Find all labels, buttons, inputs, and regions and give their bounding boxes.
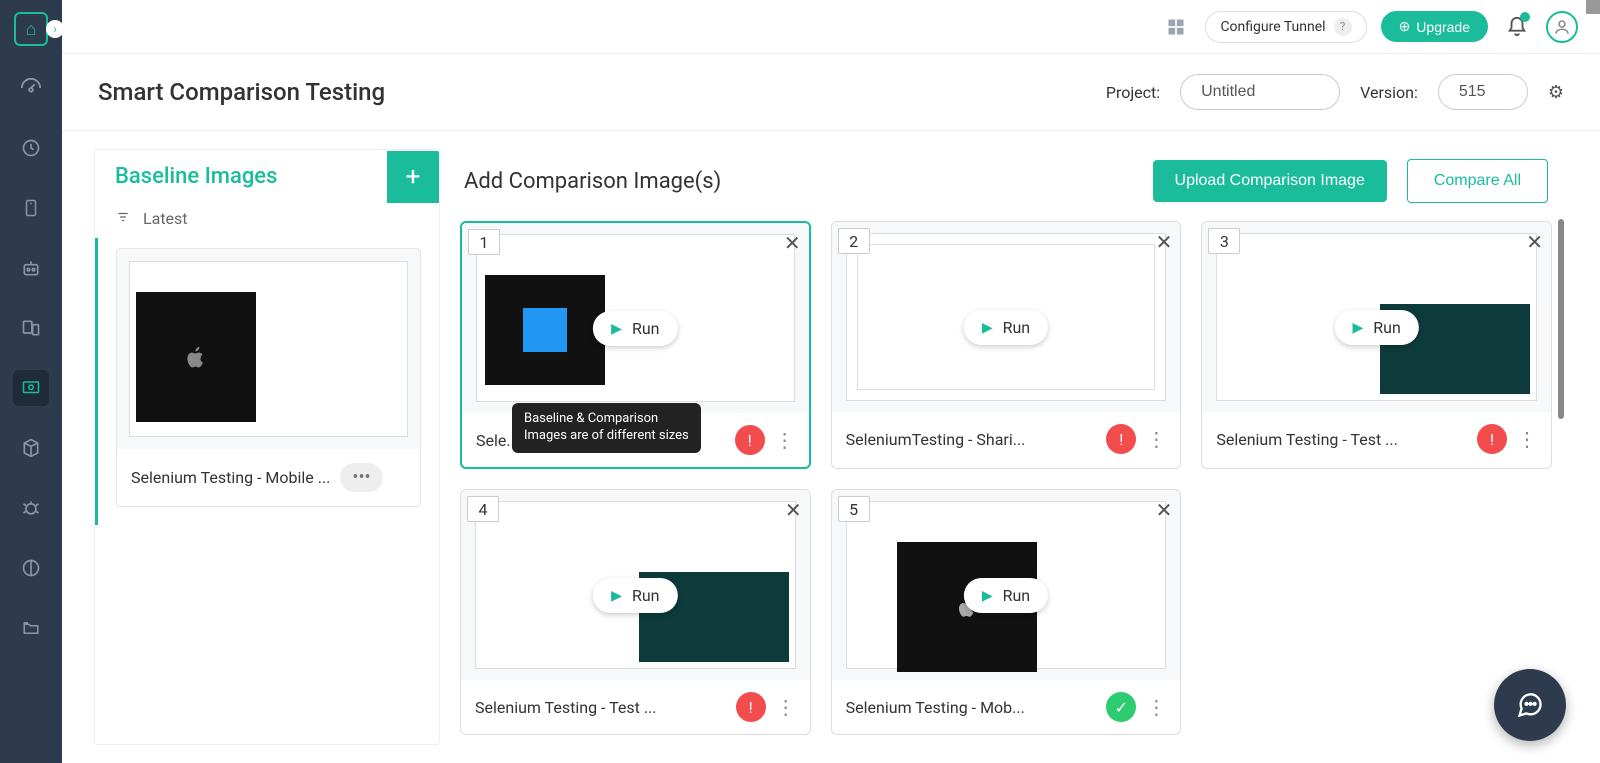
baseline-more-button[interactable]: ••• [340,463,382,492]
play-icon: ▶ [982,588,993,604]
notifications-icon[interactable] [1502,12,1532,42]
status-error-icon[interactable]: ! [1477,424,1507,454]
notification-dot [1520,12,1530,22]
run-label: Run [1373,318,1401,337]
close-icon[interactable]: ✕ [785,498,802,522]
card-title: Selenium Testing - Test ... [1216,430,1467,449]
topbar: Configure Tunnel ? ⊕ Upgrade [62,0,1600,54]
nav-integrations-icon[interactable] [13,550,49,586]
card-title: Selenium Testing - Mob... [846,698,1097,717]
upload-comparison-button[interactable]: Upload Comparison Image [1153,160,1387,202]
scrollbar-thumb[interactable] [1558,219,1564,419]
settings-gear-icon[interactable]: ⚙ [1548,82,1564,103]
close-icon[interactable]: ✕ [1526,230,1543,254]
comparison-card[interactable]: 1 ✕ ▶ Run Baseline & Comparison Images a… [460,221,811,469]
baseline-heading: Baseline Images [95,150,387,203]
chat-fab-icon[interactable] [1494,669,1566,741]
nav-visual-icon[interactable] [13,370,49,406]
run-label: Run [632,319,660,338]
comparison-card[interactable]: 4 ✕ ▶ Run Selenium Testing - Test ... ! [460,489,811,735]
compare-all-button[interactable]: Compare All [1407,159,1548,203]
configure-tunnel-button[interactable]: Configure Tunnel ? [1205,11,1366,43]
card-number-badge: 2 [838,228,870,254]
play-icon: ▶ [1353,320,1364,336]
nav-dashboard-icon[interactable] [13,70,49,106]
upgrade-label: Upgrade [1416,19,1470,35]
run-button[interactable]: ▶ Run [964,310,1048,345]
run-label: Run [1003,318,1031,337]
avatar[interactable] [1546,11,1578,43]
main-area: Configure Tunnel ? ⊕ Upgrade Smart Compa… [62,0,1600,763]
status-error-icon[interactable]: ! [1106,424,1136,454]
status-error-icon[interactable]: ! [735,425,765,455]
play-icon: ▶ [611,588,622,604]
comparison-heading: Add Comparison Image(s) [464,169,1133,194]
card-title: SeleniumTesting - Shari... [846,430,1097,449]
card-title: Selenium Testing - Test ... [475,698,726,717]
card-menu-icon[interactable]: ⋮ [1146,695,1166,719]
card-menu-icon[interactable]: ⋮ [1517,427,1537,451]
upgrade-plus-icon: ⊕ [1399,18,1411,35]
nav-bugs-icon[interactable] [13,490,49,526]
run-button[interactable]: ▶ Run [593,578,677,613]
baseline-card-title: Selenium Testing - Mobile ... [131,468,330,487]
apple-icon [136,292,256,422]
play-icon: ▶ [611,321,622,337]
scrollbar-top[interactable] [1586,0,1600,14]
left-sidebar: ⌂ › [0,0,62,763]
card-menu-icon[interactable]: ⋮ [776,695,796,719]
page-title: Smart Comparison Testing [98,78,385,106]
nav-history-icon[interactable] [13,130,49,166]
expand-sidebar-icon[interactable]: › [46,20,64,38]
configure-tunnel-label: Configure Tunnel [1220,19,1325,35]
comparison-card[interactable]: 5 ✕ ▶ Run Selenium Testing - Mob.. [831,489,1182,735]
project-label: Project: [1106,83,1160,102]
card-number-badge: 5 [838,496,870,522]
run-label: Run [1003,586,1031,605]
comparison-card[interactable]: 2 ✕ ▶ Run SeleniumTesting - Shari... ! [831,221,1182,469]
filter-label: Latest [143,209,188,228]
comparison-grid: 1 ✕ ▶ Run Baseline & Comparison Images a… [460,221,1552,745]
help-icon[interactable]: ? [1334,18,1352,36]
size-mismatch-tooltip: Baseline & Comparison Images are of diff… [512,403,701,453]
content-area: Baseline Images + Latest [62,131,1600,763]
nav-builds-icon[interactable] [13,430,49,466]
comparison-area: Add Comparison Image(s) Upload Compariso… [460,149,1600,745]
run-button[interactable]: ▶ Run [593,311,677,346]
baseline-thumbnail [117,249,420,449]
baseline-panel: Baseline Images + Latest [94,149,440,745]
filter-icon[interactable] [115,209,131,228]
close-icon[interactable]: ✕ [1156,230,1173,254]
page-header: Smart Comparison Testing Project: Versio… [62,54,1600,131]
nav-automation-icon[interactable] [13,250,49,286]
version-input[interactable] [1438,74,1528,110]
baseline-card[interactable]: Selenium Testing - Mobile ... ••• [116,248,421,507]
card-number-badge: 3 [1208,228,1240,254]
comparison-card[interactable]: 3 ✕ ▶ Run Selenium Testing - Test ... ! [1201,221,1552,469]
grid-apps-icon[interactable] [1161,12,1191,42]
add-baseline-button[interactable]: + [387,151,439,203]
card-menu-icon[interactable]: ⋮ [775,428,795,452]
card-number-badge: 1 [468,229,500,255]
card-number-badge: 4 [467,496,499,522]
nav-responsive-icon[interactable] [13,310,49,346]
close-icon[interactable]: ✕ [1156,498,1173,522]
nav-device-icon[interactable] [13,190,49,226]
run-button[interactable]: ▶ Run [1335,310,1419,345]
nav-projects-icon[interactable] [13,610,49,646]
logo-icon[interactable]: ⌂ › [14,12,48,46]
project-input[interactable] [1180,74,1340,110]
status-error-icon[interactable]: ! [736,692,766,722]
close-icon[interactable]: ✕ [784,231,801,255]
status-ok-icon[interactable]: ✓ [1106,692,1136,722]
run-label: Run [632,586,660,605]
run-button[interactable]: ▶ Run [964,578,1048,613]
upgrade-button[interactable]: ⊕ Upgrade [1381,11,1488,42]
play-icon: ▶ [982,320,993,336]
version-label: Version: [1360,83,1418,102]
card-menu-icon[interactable]: ⋮ [1146,427,1166,451]
